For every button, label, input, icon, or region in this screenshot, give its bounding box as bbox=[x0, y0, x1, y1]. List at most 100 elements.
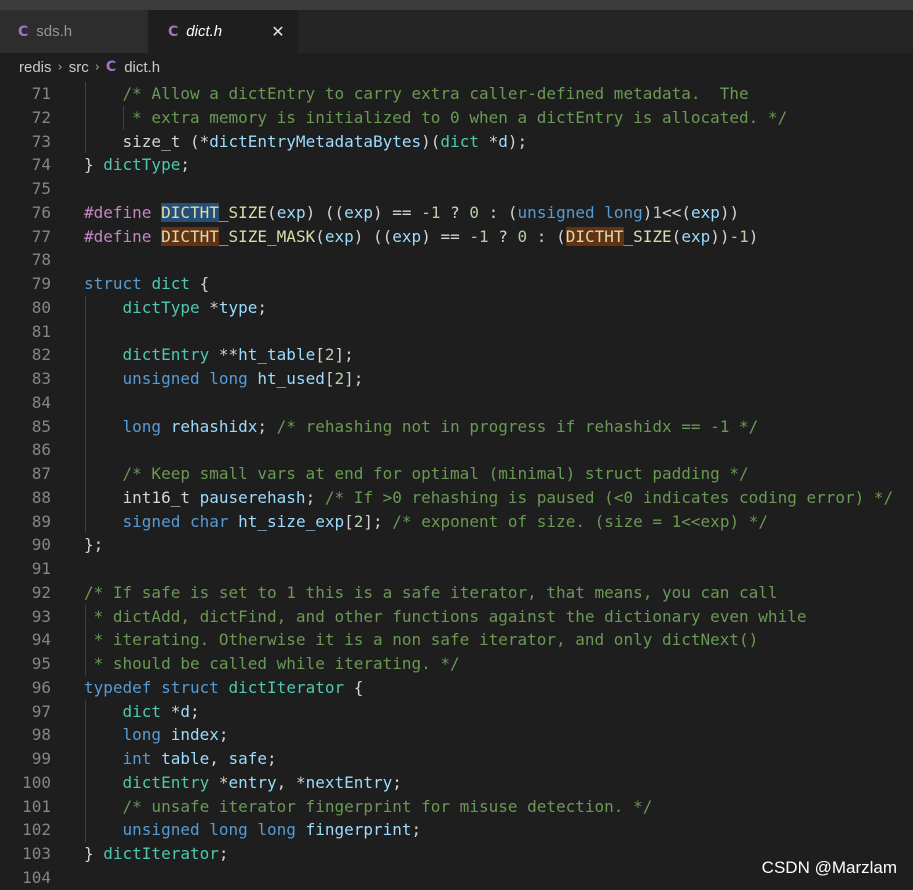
line-number: 86 bbox=[31, 440, 51, 460]
code-line[interactable]: 98 long index; bbox=[0, 723, 913, 747]
line-number: 85 bbox=[31, 416, 51, 436]
line-number: 93 bbox=[31, 606, 51, 626]
code-line[interactable]: 102 unsigned long long fingerprint; bbox=[0, 818, 913, 842]
code-line[interactable]: 80 dictType *type; bbox=[0, 295, 913, 320]
line-number: 71 bbox=[31, 84, 51, 103]
chevron-right-icon: › bbox=[57, 59, 63, 75]
code-line[interactable]: 74 } dictType; bbox=[0, 153, 913, 177]
line-number: 84 bbox=[31, 392, 51, 412]
code-text: dictEntry **ht_table[2]; bbox=[122, 345, 354, 365]
code-text: long index; bbox=[122, 725, 229, 745]
code-text: /* If safe is set to 1 this is a safe it… bbox=[84, 582, 778, 602]
code-text: } dictType; bbox=[84, 155, 190, 175]
indent-guide bbox=[85, 319, 86, 344]
breadcrumb-item-src[interactable]: src bbox=[69, 59, 89, 76]
code-text: #define DICTHT_SIZE_MASK(exp) ((exp) == … bbox=[84, 226, 759, 246]
code-text: long rehashidx; /* rehashing not in prog… bbox=[122, 416, 759, 436]
tab-dict-h[interactable]: C dict.h ✕ bbox=[148, 10, 298, 53]
code-text: * extra memory is initialized to 0 when … bbox=[84, 107, 788, 127]
line-number: 75 bbox=[31, 179, 51, 198]
watermark: CSDN @Marzlam bbox=[761, 858, 897, 877]
code-line[interactable]: 88 int16_t pauserehash; /* If >0 rehashi… bbox=[0, 485, 913, 510]
code-line[interactable]: 84 bbox=[0, 390, 913, 415]
code-line[interactable]: 86 bbox=[0, 438, 913, 462]
breadcrumb: redis › src › C dict.h bbox=[0, 53, 913, 81]
code-line[interactable]: 91 bbox=[0, 557, 913, 581]
line-number: 74 bbox=[31, 155, 51, 175]
code-text: }; bbox=[84, 535, 104, 555]
line-number: 96 bbox=[31, 677, 51, 697]
c-file-icon: C bbox=[18, 23, 29, 40]
code-line[interactable]: 96 typedef struct dictIterator { bbox=[0, 676, 913, 700]
code-text: /* Allow a dictEntry to carry extra call… bbox=[84, 84, 749, 103]
line-number: 83 bbox=[31, 369, 51, 388]
code-line[interactable]: 81 bbox=[0, 319, 913, 344]
code-text: } dictIterator; bbox=[84, 844, 229, 863]
line-number: 81 bbox=[31, 321, 51, 341]
line-number: 92 bbox=[31, 582, 51, 602]
code-text: dictEntry *entry, *nextEntry; bbox=[122, 772, 402, 792]
code-line[interactable]: 71 /* Allow a dictEntry to carry extra c… bbox=[0, 82, 913, 106]
line-number: 77 bbox=[31, 226, 51, 246]
line-number: 103 bbox=[22, 844, 51, 863]
code-line[interactable]: 97 dict *d; bbox=[0, 699, 913, 724]
code-line[interactable]: 75 bbox=[0, 177, 913, 201]
line-number: 102 bbox=[22, 820, 51, 840]
line-number: 80 bbox=[31, 297, 51, 317]
code-line[interactable]: 101 /* unsafe iterator fingerprint for m… bbox=[0, 794, 913, 819]
tab-label: dict.h bbox=[186, 23, 223, 40]
line-number: 101 bbox=[22, 796, 51, 816]
editor-tab-bar: C sds.h C dict.h ✕ bbox=[0, 10, 913, 53]
tab-label: sds.h bbox=[36, 23, 73, 40]
line-number: 73 bbox=[31, 131, 51, 151]
code-line[interactable]: 94 * iterating. Otherwise it is a non sa… bbox=[0, 628, 913, 652]
code-line[interactable]: 90}; bbox=[0, 533, 913, 557]
tab-sds-h[interactable]: C sds.h bbox=[0, 10, 148, 53]
code-line[interactable]: 93 * dictAdd, dictFind, and other functi… bbox=[0, 604, 913, 629]
line-number: 78 bbox=[31, 250, 51, 270]
line-number: 82 bbox=[31, 345, 51, 365]
code-line[interactable]: 100 dictEntry *entry, *nextEntry; bbox=[0, 770, 913, 795]
line-number: 95 bbox=[31, 654, 51, 673]
breadcrumb-item-redis[interactable]: redis bbox=[19, 59, 52, 76]
code-line[interactable]: 82 dictEntry **ht_table[2]; bbox=[0, 343, 913, 367]
code-line[interactable]: 92 /* If safe is set to 1 this is a safe … bbox=[0, 581, 913, 605]
code-text: typedef struct dictIterator { bbox=[84, 677, 364, 697]
code-text: * iterating. Otherwise it is a non safe … bbox=[84, 630, 759, 650]
close-icon[interactable]: ✕ bbox=[268, 21, 288, 41]
code-text: int16_t pauserehash; /* If >0 rehashing … bbox=[84, 487, 894, 507]
code-line[interactable]: 83 unsigned long ht_used[2]; bbox=[0, 367, 913, 391]
code-line[interactable]: 87 /* Keep small vars at end for optimal… bbox=[0, 462, 913, 486]
code-line[interactable]: 79 struct dict { bbox=[0, 272, 913, 296]
code-line[interactable]: 85 long rehashidx; /* rehashing not in p… bbox=[0, 414, 913, 439]
title-bar-strip bbox=[0, 0, 913, 10]
c-file-icon: C bbox=[105, 59, 117, 75]
indent-guide bbox=[85, 390, 86, 415]
line-number: 72 bbox=[31, 107, 51, 127]
code-text: * dictAdd, dictFind, and other functions… bbox=[84, 606, 807, 626]
line-number: 98 bbox=[31, 725, 51, 745]
code-text: /* unsafe iterator fingerprint for misus… bbox=[84, 796, 653, 816]
code-line[interactable]: 72 * extra memory is initialized to 0 wh… bbox=[0, 105, 913, 130]
c-file-icon: C bbox=[168, 23, 179, 40]
line-number: 91 bbox=[31, 559, 51, 578]
line-number: 99 bbox=[31, 749, 51, 768]
code-text: /* Keep small vars at end for optimal (m… bbox=[84, 464, 749, 483]
code-line[interactable]: 78 bbox=[0, 248, 913, 272]
code-line[interactable]: 76 #define DICTHT_SIZE(exp) ((exp) == -1 … bbox=[0, 201, 913, 225]
code-text: struct dict { bbox=[84, 274, 210, 293]
code-line[interactable]: 95 * should be called while iterating. *… bbox=[0, 652, 913, 676]
code-text: #define DICTHT_SIZE(exp) ((exp) == -1 ? … bbox=[84, 202, 740, 222]
code-editor[interactable]: 71 /* Allow a dictEntry to carry extra c… bbox=[0, 82, 913, 890]
code-text: size_t (*dictEntryMetadataBytes)(dict *d… bbox=[84, 131, 528, 151]
line-number: 94 bbox=[31, 630, 51, 650]
code-line[interactable]: 89 signed char ht_size_exp[2]; /* expone… bbox=[0, 509, 913, 534]
breadcrumb-item-file[interactable]: dict.h bbox=[124, 59, 160, 76]
code-text: * should be called while iterating. */ bbox=[84, 654, 460, 673]
code-line[interactable]: 99 int table, safe; bbox=[0, 747, 913, 771]
line-number: 100 bbox=[22, 772, 51, 792]
line-number: 87 bbox=[31, 464, 51, 483]
code-line[interactable]: 77 #define DICTHT_SIZE_MASK(exp) ((exp) =… bbox=[0, 225, 913, 249]
code-line[interactable]: 73 size_t (*dictEntryMetadataBytes)(dict… bbox=[0, 129, 913, 154]
indent-guide bbox=[85, 438, 86, 462]
